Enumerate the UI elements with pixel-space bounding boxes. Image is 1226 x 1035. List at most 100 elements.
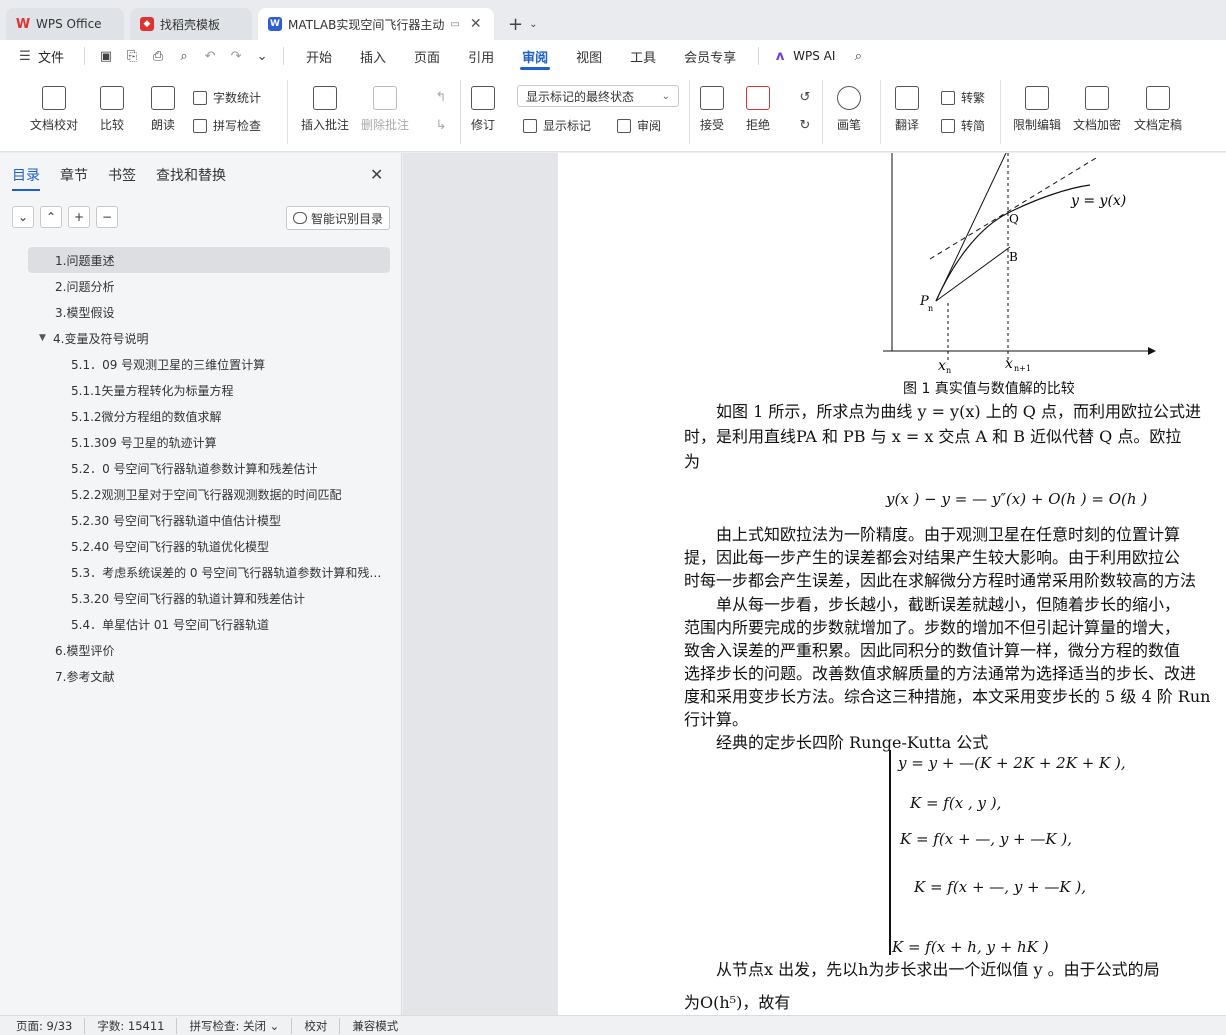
- compare-button[interactable]: 比较: [100, 86, 124, 133]
- collapse-all-button[interactable]: ⌄: [12, 206, 34, 228]
- next-change-icon[interactable]: ↻: [796, 116, 814, 134]
- show-marks-button[interactable]: 显示标记: [523, 117, 591, 134]
- smart-toc-button[interactable]: 智能识别目录: [286, 206, 390, 230]
- toc-item[interactable]: 5.3.20 号空间飞行器的轨道计算和残差估计: [28, 585, 390, 611]
- menu-reference[interactable]: 引用: [454, 40, 508, 72]
- search-icon[interactable]: ⌕: [849, 47, 867, 65]
- print-icon[interactable]: ⎙: [149, 47, 167, 65]
- toc-item[interactable]: 7.参考文献: [28, 663, 390, 689]
- print-preview-icon[interactable]: ⌕: [175, 47, 193, 65]
- translate-button[interactable]: 翻译: [895, 86, 919, 133]
- toc-item[interactable]: 5.2．0 号空间飞行器轨道参数计算和残差估计: [28, 455, 390, 481]
- menu-tools[interactable]: 工具: [616, 40, 670, 72]
- paragraph-line: 如图 1 所示，所求点为曲线 y = y(x) 上的 Q 点，而利用欧拉公式进: [716, 402, 1201, 421]
- finalize-button[interactable]: 文档定稿: [1134, 86, 1182, 133]
- previous-change-icon[interactable]: ↺: [796, 88, 814, 106]
- menu-file[interactable]: 文件: [38, 47, 64, 66]
- nav-tab-bookmarks[interactable]: 书签: [108, 165, 136, 191]
- toc-list: 1.问题重述 2.问题分析 3.模型假设 ▼ 4.变量及符号说明 5.1．09 号观测卫星…: [28, 247, 390, 689]
- doc-check-button[interactable]: 文档校对: [30, 86, 78, 133]
- new-tab-button[interactable]: + ⌄: [500, 8, 545, 40]
- figure-caption: 图 1 真实值与数值解的比较: [903, 381, 1075, 397]
- read-aloud-button[interactable]: 朗读: [151, 86, 175, 133]
- pen-button[interactable]: 画笔: [837, 86, 861, 133]
- toc-item-label: 5.2.30 号空间飞行器轨道中值估计模型: [71, 513, 281, 528]
- line-pa: [935, 153, 1007, 302]
- toc-item[interactable]: 5.1．09 号观测卫星的三维位置计算: [28, 351, 390, 377]
- rk-formula-line: K = f(x + —, y + —K ),: [900, 830, 1072, 848]
- writer-icon: W: [268, 17, 282, 31]
- tab-wps-office[interactable]: W WPS Office: [6, 8, 124, 40]
- toc-item-label: 4.变量及符号说明: [53, 331, 149, 346]
- hamburger-icon[interactable]: ☰: [16, 47, 34, 65]
- toc-item[interactable]: 1.问题重述: [28, 247, 390, 273]
- toc-item[interactable]: 5.1.309 号卫星的轨迹计算: [28, 429, 390, 455]
- expand-arrow-icon[interactable]: ▼: [39, 333, 53, 343]
- remove-heading-button[interactable]: −: [96, 206, 118, 228]
- next-comment-icon[interactable]: ↳: [432, 116, 450, 134]
- add-heading-button[interactable]: +: [68, 206, 90, 228]
- encrypt-button[interactable]: 文档加密: [1073, 86, 1121, 133]
- menu-view[interactable]: 视图: [562, 40, 616, 72]
- accept-button[interactable]: 接受: [700, 86, 724, 133]
- toc-item-label: 5.1.2微分方程组的数值求解: [71, 409, 222, 424]
- share-icon[interactable]: ⎘: [123, 47, 141, 65]
- nav-tab-toc[interactable]: 目录: [12, 165, 40, 191]
- toc-item[interactable]: 5.4．单星估计 01 号空间飞行器轨道: [28, 611, 390, 637]
- menu-wps-ai[interactable]: WPS AI: [793, 49, 835, 63]
- chevron-down-icon[interactable]: ⌄: [253, 47, 271, 65]
- smart-toc-label: 智能识别目录: [310, 211, 383, 226]
- toc-item[interactable]: 6.模型评价: [28, 637, 390, 663]
- toc-item[interactable]: 3.模型假设: [28, 299, 390, 325]
- insert-comment-button[interactable]: 插入批注: [301, 86, 349, 133]
- nav-tab-sections[interactable]: 章节: [60, 165, 88, 191]
- close-tab-icon[interactable]: ✕: [470, 16, 482, 32]
- wps-logo-icon: W: [15, 16, 31, 32]
- toc-item[interactable]: 5.2.2观测卫星对于空间飞行器观测数据的时间匹配: [28, 481, 390, 507]
- paragraph-line: 时每一步都会产生误差，因此在求解微分方程时通常采用阶数较高的方法: [684, 571, 1197, 590]
- review-ribbon: 文档校对 比较 朗读 字数统计 拼写检查 插入批注 删除批注 ↰ ↳ 修订 显示…: [0, 72, 1226, 152]
- nav-tab-find-replace[interactable]: 查找和替换: [156, 165, 226, 191]
- to-traditional-button[interactable]: 转繁: [941, 89, 985, 106]
- close-pane-icon[interactable]: ✕: [370, 165, 383, 184]
- word-count-indicator[interactable]: 字数: 15411: [97, 1017, 178, 1034]
- undo-icon[interactable]: ↶: [201, 47, 219, 65]
- xn1-label: x: [1005, 356, 1013, 372]
- paragraph-line: 为O(h⁵)，故有: [684, 993, 791, 1012]
- proofread-status[interactable]: 校对: [304, 1017, 341, 1034]
- menu-home[interactable]: 开始: [292, 40, 346, 72]
- spell-check-status[interactable]: 拼写检查: 关闭 ⌄: [189, 1017, 293, 1034]
- markup-mode-select[interactable]: 显示标记的最终状态 ⌄: [517, 85, 679, 107]
- save-icon[interactable]: ▣: [97, 47, 115, 65]
- toc-item[interactable]: 5.1.1矢量方程转化为标量方程: [28, 377, 390, 403]
- revise-button[interactable]: 修订: [471, 86, 495, 133]
- toc-item[interactable]: ▼ 4.变量及符号说明: [28, 325, 390, 351]
- toc-item[interactable]: 5.1.2微分方程组的数值求解: [28, 403, 390, 429]
- to-simplified-button[interactable]: 转简: [941, 117, 985, 134]
- delete-comment-button[interactable]: 删除批注: [361, 86, 409, 133]
- toc-item[interactable]: 5.3．考虑系统误差的 0 号空间飞行器轨道参数计算和残差估计: [28, 559, 390, 585]
- menu-insert[interactable]: 插入: [346, 40, 400, 72]
- redo-icon[interactable]: ↷: [227, 47, 245, 65]
- restrict-edit-button[interactable]: 限制编辑: [1013, 86, 1061, 133]
- menu-member[interactable]: 会员专享: [670, 40, 750, 72]
- tab-document[interactable]: W MATLAB实现空间飞行器主动 ▭ ✕: [258, 8, 494, 40]
- toc-item[interactable]: 2.问题分析: [28, 273, 390, 299]
- word-count-label: 字数统计: [213, 91, 262, 105]
- toc-item[interactable]: 5.2.40 号空间飞行器的轨道优化模型: [28, 533, 390, 559]
- word-count-button[interactable]: 字数统计: [193, 89, 261, 106]
- lock-doc-icon: [1025, 86, 1049, 110]
- page-indicator[interactable]: 页面: 9/33: [16, 1017, 86, 1034]
- toc-item[interactable]: 5.2.30 号空间飞行器轨道中值估计模型: [28, 507, 390, 533]
- review-pane-button[interactable]: 审阅: [617, 117, 661, 134]
- chevron-down-icon[interactable]: ⌄: [529, 19, 537, 30]
- point-p-sub: n: [928, 304, 933, 313]
- move-up-button[interactable]: ⌃: [40, 206, 62, 228]
- reject-button[interactable]: 拒绝: [746, 86, 770, 133]
- menu-review[interactable]: 审阅: [508, 40, 562, 72]
- menu-page[interactable]: 页面: [400, 40, 454, 72]
- spell-check-button[interactable]: 拼写检查: [193, 117, 261, 134]
- rk-formula-line: K = f(x , y ),: [910, 794, 1002, 812]
- previous-comment-icon[interactable]: ↰: [432, 88, 450, 106]
- tab-docer-templates[interactable]: ◆ 找稻壳模板: [130, 8, 252, 40]
